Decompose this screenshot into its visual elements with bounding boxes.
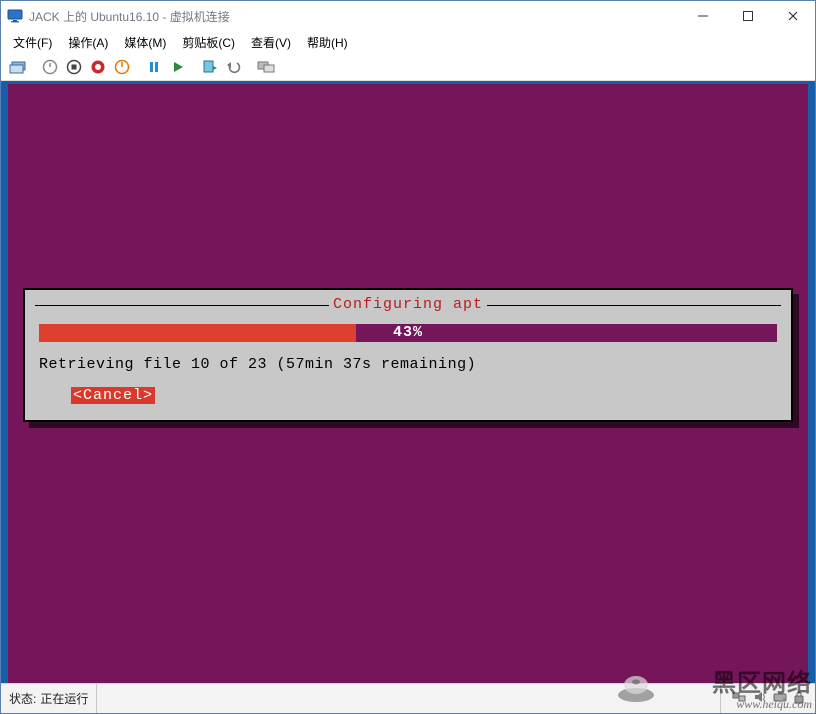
pause-button[interactable] [143, 56, 165, 78]
minimize-button[interactable] [680, 1, 725, 31]
vm-viewport: Configuring apt 43% Retrieving file 10 o… [1, 81, 815, 683]
reset-button[interactable] [111, 56, 133, 78]
menu-help[interactable]: 帮助(H) [301, 32, 354, 53]
toolbar [1, 53, 815, 81]
title-bar: JACK 上的 Ubuntu16.10 - 虚拟机连接 [1, 1, 815, 31]
status-label: 状态: [9, 690, 36, 707]
watermark-logo [616, 673, 656, 706]
lock-icon [793, 690, 805, 707]
window-title: JACK 上的 Ubuntu16.10 - 虚拟机连接 [29, 8, 680, 25]
shutdown-button[interactable] [87, 56, 109, 78]
menu-file[interactable]: 文件(F) [7, 32, 58, 53]
enhanced-session-button[interactable] [255, 56, 277, 78]
menu-bar: 文件(F) 操作(A) 媒体(M) 剪贴板(C) 查看(V) 帮助(H) [1, 31, 815, 53]
status-bar: 状态: 正在运行 [1, 683, 815, 713]
guest-desktop[interactable]: Configuring apt 43% Retrieving file 10 o… [8, 84, 808, 683]
monitor-icon [7, 8, 23, 24]
menu-clip[interactable]: 剪贴板(C) [176, 32, 241, 53]
speaker-icon [753, 690, 767, 707]
progress-status: Retrieving file 10 of 23 (57min 37s rema… [39, 356, 777, 373]
checkpoint-button[interactable] [199, 56, 221, 78]
ctrl-alt-del-button[interactable] [7, 56, 29, 78]
cancel-button[interactable]: <Cancel> [71, 387, 155, 404]
start-button[interactable] [39, 56, 61, 78]
status-value: 正在运行 [40, 690, 88, 707]
menu-media[interactable]: 媒体(M) [118, 32, 172, 53]
maximize-button[interactable] [725, 1, 770, 31]
network-icon [731, 690, 747, 707]
revert-button[interactable] [223, 56, 245, 78]
configuring-apt-dialog: Configuring apt 43% Retrieving file 10 o… [23, 288, 793, 422]
close-button[interactable] [770, 1, 815, 31]
disk-icon [773, 690, 787, 707]
menu-action[interactable]: 操作(A) [62, 32, 114, 53]
dialog-title: Configuring apt [329, 296, 487, 313]
menu-view[interactable]: 查看(V) [245, 32, 297, 53]
turnoff-button[interactable] [63, 56, 85, 78]
progress-bar: 43% [39, 324, 777, 342]
resume-button[interactable] [167, 56, 189, 78]
progress-percent: 43% [39, 324, 777, 342]
